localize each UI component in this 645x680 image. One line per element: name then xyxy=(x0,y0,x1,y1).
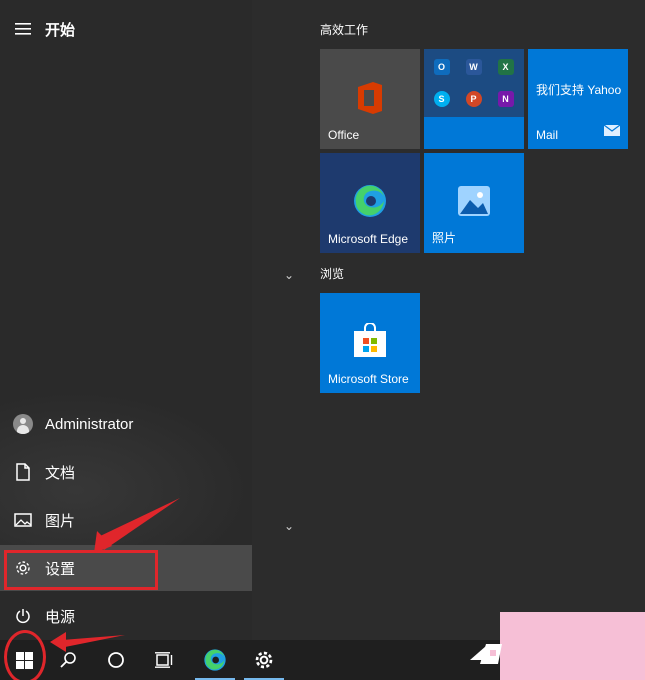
annotation-arrows xyxy=(50,498,180,652)
